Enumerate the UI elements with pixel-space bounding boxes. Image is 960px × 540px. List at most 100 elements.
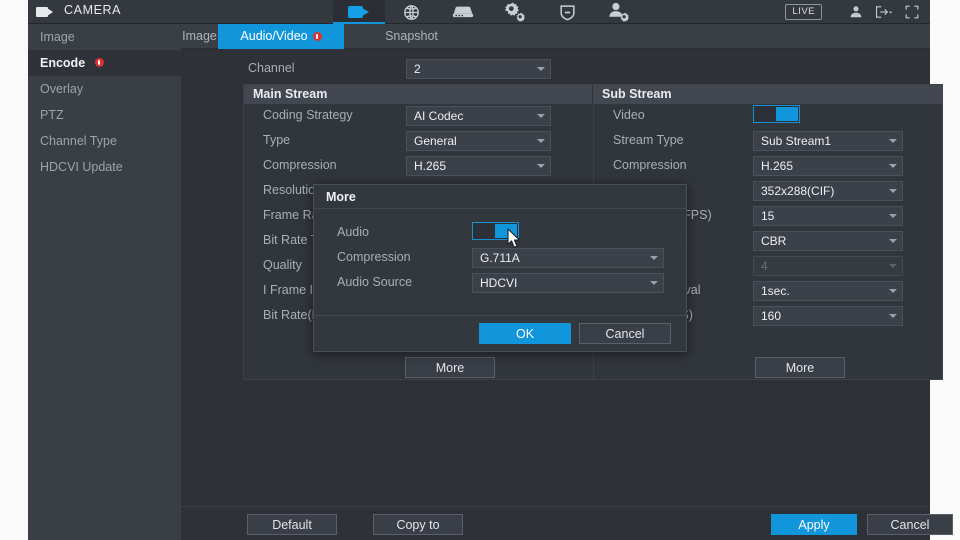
title-bar: CAMERA LIVE bbox=[28, 0, 930, 24]
chevron-down-icon bbox=[889, 189, 897, 193]
sub-compression-label: Compression bbox=[613, 158, 687, 172]
alert-badge-icon bbox=[94, 58, 104, 68]
sub-bit-rate-type-select[interactable]: CBR bbox=[753, 231, 903, 251]
sidebar-item-encode[interactable]: Encode bbox=[28, 50, 181, 76]
chevron-down-icon bbox=[650, 256, 658, 260]
chevron-down-icon bbox=[537, 67, 545, 71]
more-dialog-title: More bbox=[314, 185, 686, 209]
sidebar-item-label: Channel Type bbox=[40, 134, 117, 148]
main-type-value: General bbox=[414, 134, 457, 148]
sub-video-label: Video bbox=[613, 108, 645, 122]
chevron-down-icon bbox=[537, 164, 545, 168]
titlebar-right-controls: LIVE bbox=[785, 0, 924, 24]
sub-resolution-value: 352x288(CIF) bbox=[761, 184, 835, 198]
chevron-down-icon bbox=[889, 264, 897, 268]
toolbar-camera-icon[interactable] bbox=[333, 0, 385, 24]
chevron-down-icon bbox=[889, 314, 897, 318]
nvr-app-window: CAMERA LIVE Image Encode Overlay PTZ Cha… bbox=[28, 0, 953, 540]
chevron-down-icon bbox=[889, 239, 897, 243]
main-type-select[interactable]: General bbox=[406, 131, 551, 151]
sidebar-item-label: Image bbox=[40, 30, 75, 44]
main-coding-strategy-label: Coding Strategy bbox=[263, 108, 353, 122]
sub-stream-type-select[interactable]: Sub Stream1 bbox=[753, 131, 903, 151]
mouse-cursor-icon bbox=[507, 228, 522, 254]
sub-i-frame-interval-select[interactable]: 1sec. bbox=[753, 281, 903, 301]
sidebar-item-label: Overlay bbox=[40, 82, 84, 96]
channel-select-value: 2 bbox=[414, 62, 421, 76]
sidebar-item-label: Encode bbox=[40, 56, 86, 70]
chevron-down-icon bbox=[889, 139, 897, 143]
sub-compression-value: H.265 bbox=[761, 159, 794, 173]
screen-root: CAMERA LIVE Image Encode Overlay PTZ Cha… bbox=[0, 0, 960, 540]
sub-stream-more-button[interactable]: More bbox=[755, 357, 845, 378]
sub-stream-type-label: Stream Type bbox=[613, 133, 684, 147]
sub-resolution-select[interactable]: 352x288(CIF) bbox=[753, 181, 903, 201]
sidebar: Image Encode Overlay PTZ Channel Type HD… bbox=[28, 24, 181, 540]
sub-stream-header: Sub Stream bbox=[593, 85, 943, 104]
tab-image[interactable]: Image bbox=[181, 24, 218, 49]
tab-label: Image bbox=[182, 29, 217, 43]
chevron-down-icon bbox=[650, 281, 658, 285]
tab-snapshot[interactable]: Snapshot bbox=[344, 24, 479, 49]
toolbar-network-icon[interactable] bbox=[385, 0, 437, 24]
modal-audio-source-select[interactable]: HDCVI bbox=[472, 273, 664, 293]
tab-label: Audio/Video bbox=[240, 29, 308, 43]
footer-bar: Default Copy to Apply Cancel bbox=[181, 506, 953, 540]
copy-to-button[interactable]: Copy to bbox=[373, 514, 463, 535]
modal-compression-select[interactable]: G.711A bbox=[472, 248, 664, 268]
modal-cancel-button[interactable]: Cancel bbox=[579, 323, 671, 344]
modal-audio-label: Audio bbox=[337, 225, 369, 239]
sidebar-item-label: HDCVI Update bbox=[40, 160, 123, 174]
default-button[interactable]: Default bbox=[247, 514, 337, 535]
toolbar-storage-icon[interactable] bbox=[437, 0, 489, 24]
sub-frame-rate-select[interactable]: 15 bbox=[753, 206, 903, 226]
modal-audio-source-label: Audio Source bbox=[337, 275, 413, 289]
sub-video-toggle[interactable] bbox=[753, 105, 800, 123]
sidebar-item-hdcvi-update[interactable]: HDCVI Update bbox=[28, 154, 181, 180]
channel-select[interactable]: 2 bbox=[406, 59, 551, 79]
sidebar-item-ptz[interactable]: PTZ bbox=[28, 102, 181, 128]
tab-bar: Image Audio/Video Snapshot bbox=[181, 24, 930, 49]
footer-cancel-button[interactable]: Cancel bbox=[867, 514, 953, 535]
toggle-knob bbox=[776, 107, 798, 121]
alert-badge-icon bbox=[312, 32, 322, 41]
main-type-label: Type bbox=[263, 133, 291, 147]
more-dialog: More Audio Compression G.711A Audio Sour… bbox=[313, 184, 687, 352]
toolbar-account-user-icon[interactable] bbox=[593, 0, 645, 24]
main-compression-label: Compression bbox=[263, 158, 337, 172]
sidebar-item-overlay[interactable]: Overlay bbox=[28, 76, 181, 102]
main-coding-strategy-select[interactable]: AI Codec bbox=[406, 106, 551, 126]
sub-bit-rate-type-value: CBR bbox=[761, 234, 787, 248]
sub-compression-select[interactable]: H.265 bbox=[753, 156, 903, 176]
sub-bit-rate-select[interactable]: 160 bbox=[753, 306, 903, 326]
sidebar-item-image[interactable]: Image bbox=[28, 24, 181, 50]
apply-button[interactable]: Apply bbox=[771, 514, 857, 535]
modal-ok-button[interactable]: OK bbox=[479, 323, 571, 344]
user-icon[interactable] bbox=[844, 0, 868, 24]
chevron-down-icon bbox=[889, 289, 897, 293]
live-badge: LIVE bbox=[785, 4, 822, 20]
sub-quality-select: 4 bbox=[753, 256, 903, 276]
main-compression-select[interactable]: H.265 bbox=[406, 156, 551, 176]
fullscreen-icon[interactable] bbox=[900, 0, 924, 24]
more-dialog-footer: OK Cancel bbox=[314, 315, 686, 351]
tab-audio-video[interactable]: Audio/Video bbox=[218, 24, 344, 49]
module-toolbar bbox=[333, 0, 645, 24]
toolbar-security-shield-icon[interactable] bbox=[541, 0, 593, 24]
logout-icon[interactable] bbox=[872, 0, 896, 24]
modal-audio-source-value: HDCVI bbox=[480, 276, 518, 290]
chevron-down-icon bbox=[889, 164, 897, 168]
sidebar-item-channel-type[interactable]: Channel Type bbox=[28, 128, 181, 154]
main-stream-more-button[interactable]: More bbox=[405, 357, 495, 378]
toolbar-system-gear-icon[interactable] bbox=[489, 0, 541, 24]
channel-label: Channel bbox=[248, 61, 295, 75]
main-stream-header: Main Stream bbox=[244, 85, 592, 104]
sidebar-item-label: PTZ bbox=[40, 108, 64, 122]
sub-i-frame-interval-value: 1sec. bbox=[761, 284, 790, 298]
chevron-down-icon bbox=[537, 139, 545, 143]
sub-frame-rate-value: 15 bbox=[761, 209, 775, 223]
modal-compression-label: Compression bbox=[337, 250, 411, 264]
main-coding-strategy-value: AI Codec bbox=[414, 109, 464, 123]
main-quality-label: Quality bbox=[263, 258, 302, 272]
tab-label: Snapshot bbox=[385, 29, 438, 43]
